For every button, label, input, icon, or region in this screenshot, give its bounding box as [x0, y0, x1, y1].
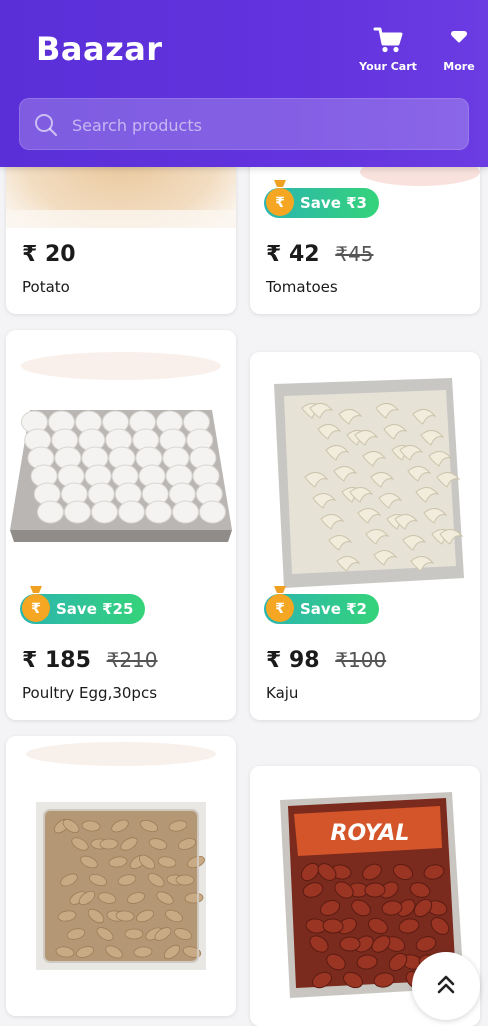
- mrp-strikethrough: ₹210: [106, 648, 158, 672]
- search-bar: [19, 98, 469, 151]
- save-label: Save ₹25: [56, 600, 134, 618]
- product-price: ₹ 98 ₹100: [266, 648, 386, 673]
- dates-brand-label: ROYAL: [331, 821, 410, 846]
- svg-text:₹: ₹: [275, 195, 285, 211]
- currency-symbol: ₹: [22, 648, 38, 673]
- rupee-coin-icon: ₹: [20, 584, 52, 624]
- more-button[interactable]: More: [430, 26, 488, 73]
- save-label: Save ₹3: [300, 194, 367, 212]
- save-badge: ₹ Save ₹3: [264, 180, 379, 218]
- product-name: Poultry Egg,30pcs: [22, 684, 158, 702]
- product-name: Tomatoes: [266, 278, 338, 296]
- search-input[interactable]: [70, 99, 464, 151]
- mrp-strikethrough: ₹45: [335, 242, 374, 266]
- cart-icon: [358, 26, 418, 56]
- currency-symbol: ₹: [22, 242, 38, 267]
- product-price: ₹ 185 ₹210: [22, 648, 158, 673]
- search-icon: [33, 112, 59, 142]
- svg-text:₹: ₹: [275, 601, 285, 617]
- cart-label: Your Cart: [359, 60, 417, 73]
- cart-button[interactable]: Your Cart: [358, 26, 418, 73]
- currency-symbol: ₹: [266, 648, 282, 673]
- product-card-kaju[interactable]: ₹ Save ₹2 ₹ 98 ₹100 Kaju: [250, 352, 480, 720]
- brand-title: Baazar: [36, 30, 163, 68]
- app-header: Baazar Your Cart More: [0, 0, 488, 167]
- rupee-coin-icon: ₹: [264, 178, 296, 218]
- egg-tray-image: [6, 330, 236, 600]
- price-value: 42: [288, 242, 320, 267]
- mrp-strikethrough: ₹100: [335, 648, 387, 672]
- chevron-down-icon: [430, 26, 488, 56]
- cashew-pack-image: [250, 352, 480, 604]
- save-badge: ₹ Save ₹2: [264, 586, 379, 624]
- product-name: Potato: [22, 278, 70, 296]
- price-value: 20: [44, 242, 76, 267]
- price-value: 98: [288, 648, 320, 673]
- product-card-eggs[interactable]: ₹ Save ₹25 ₹ 185 ₹210 Poultry Egg,30pcs: [6, 330, 236, 720]
- currency-symbol: ₹: [266, 242, 282, 267]
- double-chevron-up-icon: [437, 975, 455, 994]
- product-card-raisins[interactable]: [6, 736, 236, 1016]
- product-price: ₹ 20: [22, 242, 76, 267]
- scroll-to-top-button[interactable]: [412, 952, 480, 1020]
- save-badge: ₹ Save ₹25: [20, 586, 146, 624]
- product-price: ₹ 42 ₹45: [266, 242, 373, 267]
- svg-text:₹: ₹: [31, 601, 41, 617]
- save-label: Save ₹2: [300, 600, 367, 618]
- more-label: More: [443, 60, 475, 73]
- product-name: Kaju: [266, 684, 299, 702]
- rupee-coin-icon: ₹: [264, 584, 296, 624]
- price-value: 185: [44, 648, 91, 673]
- raisin-box-image: [6, 736, 236, 1016]
